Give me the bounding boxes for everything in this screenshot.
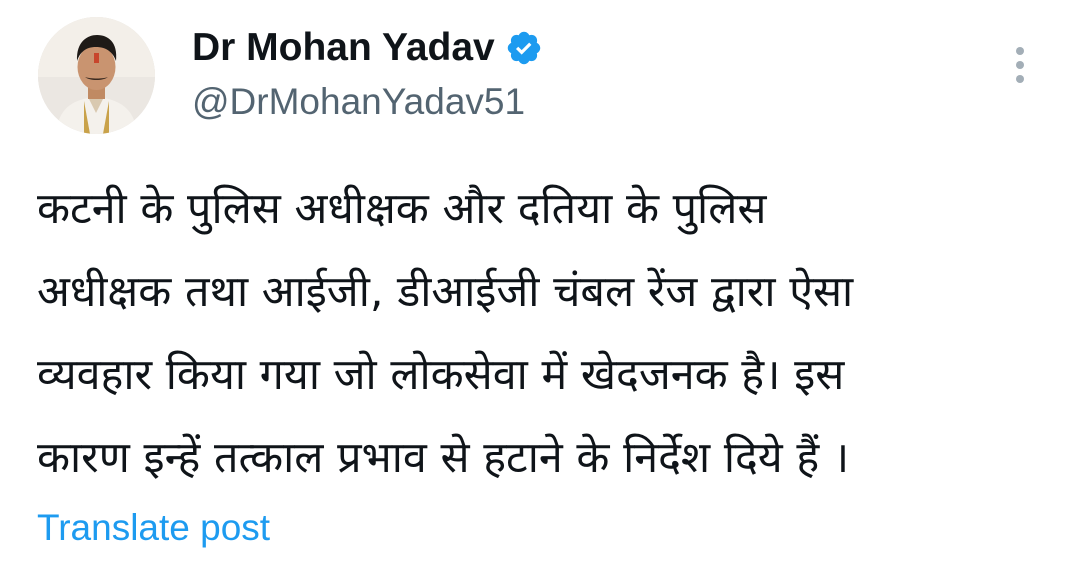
tweet-line: कटनी के पुलिस अधीक्षक और दतिया के पुलिस (37, 184, 767, 234)
tweet-line: व्यवहार किया गया जो लोकसेवा में खेदजनक ह… (37, 350, 845, 400)
author-handle[interactable]: @DrMohanYadav51 (192, 78, 525, 126)
tweet-line: कारण इन्हें तत्काल प्रभाव से हटाने के नि… (37, 433, 850, 483)
tweet-line: अधीक्षक तथा आईजी, डीआईजी चंबल रेंज द्वार… (37, 267, 854, 317)
avatar[interactable] (38, 17, 155, 134)
translate-post-link[interactable]: Translate post (37, 504, 270, 552)
more-dot (1016, 75, 1024, 83)
more-vertical-icon[interactable] (1004, 40, 1036, 90)
author-display-name[interactable]: Dr Mohan Yadav (192, 22, 495, 74)
more-dot (1016, 47, 1024, 55)
verified-badge-icon (505, 29, 543, 67)
author-name-row: Dr Mohan Yadav (192, 22, 543, 74)
more-dot (1016, 61, 1024, 69)
profile-photo (38, 17, 155, 134)
tweet-text: कटनी के पुलिस अधीक्षक और दतिया के पुलिस … (37, 168, 1047, 500)
